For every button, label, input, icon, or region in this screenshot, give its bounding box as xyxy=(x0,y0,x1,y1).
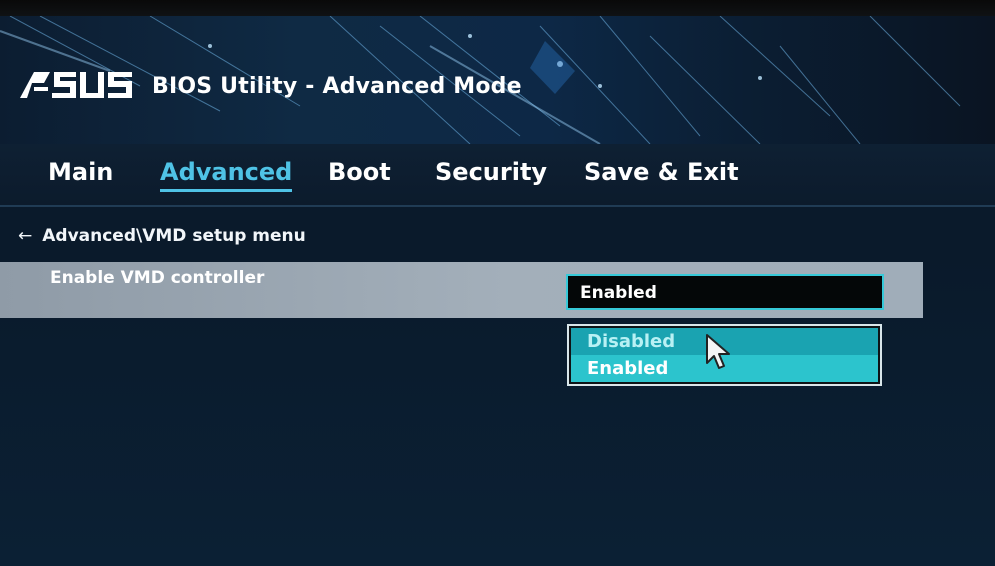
tab-security[interactable]: Security xyxy=(435,158,547,186)
tab-main[interactable]: Main xyxy=(48,158,113,186)
tab-save-exit[interactable]: Save & Exit xyxy=(584,158,739,186)
breadcrumb-path: Advanced\VMD setup menu xyxy=(42,226,306,246)
bios-screen: BIOS Utility - Advanced Mode Main Advanc… xyxy=(0,0,995,566)
tab-boot[interactable]: Boot xyxy=(328,158,391,186)
setting-label: Enable VMD controller xyxy=(50,268,265,288)
asus-logo xyxy=(20,72,132,98)
tab-advanced[interactable]: Advanced xyxy=(160,158,293,192)
app-title: BIOS Utility - Advanced Mode xyxy=(152,74,522,99)
setting-value-select[interactable]: Enabled xyxy=(566,274,884,310)
setting-value: Enabled xyxy=(580,283,657,303)
arrow-left-icon[interactable]: ← xyxy=(18,226,32,246)
tab-divider xyxy=(0,205,995,207)
mouse-pointer-icon xyxy=(706,334,730,369)
breadcrumb: ← Advanced\VMD setup menu xyxy=(18,226,306,246)
tab-bar: Main Advanced Boot Security Save & Exit xyxy=(0,144,995,206)
